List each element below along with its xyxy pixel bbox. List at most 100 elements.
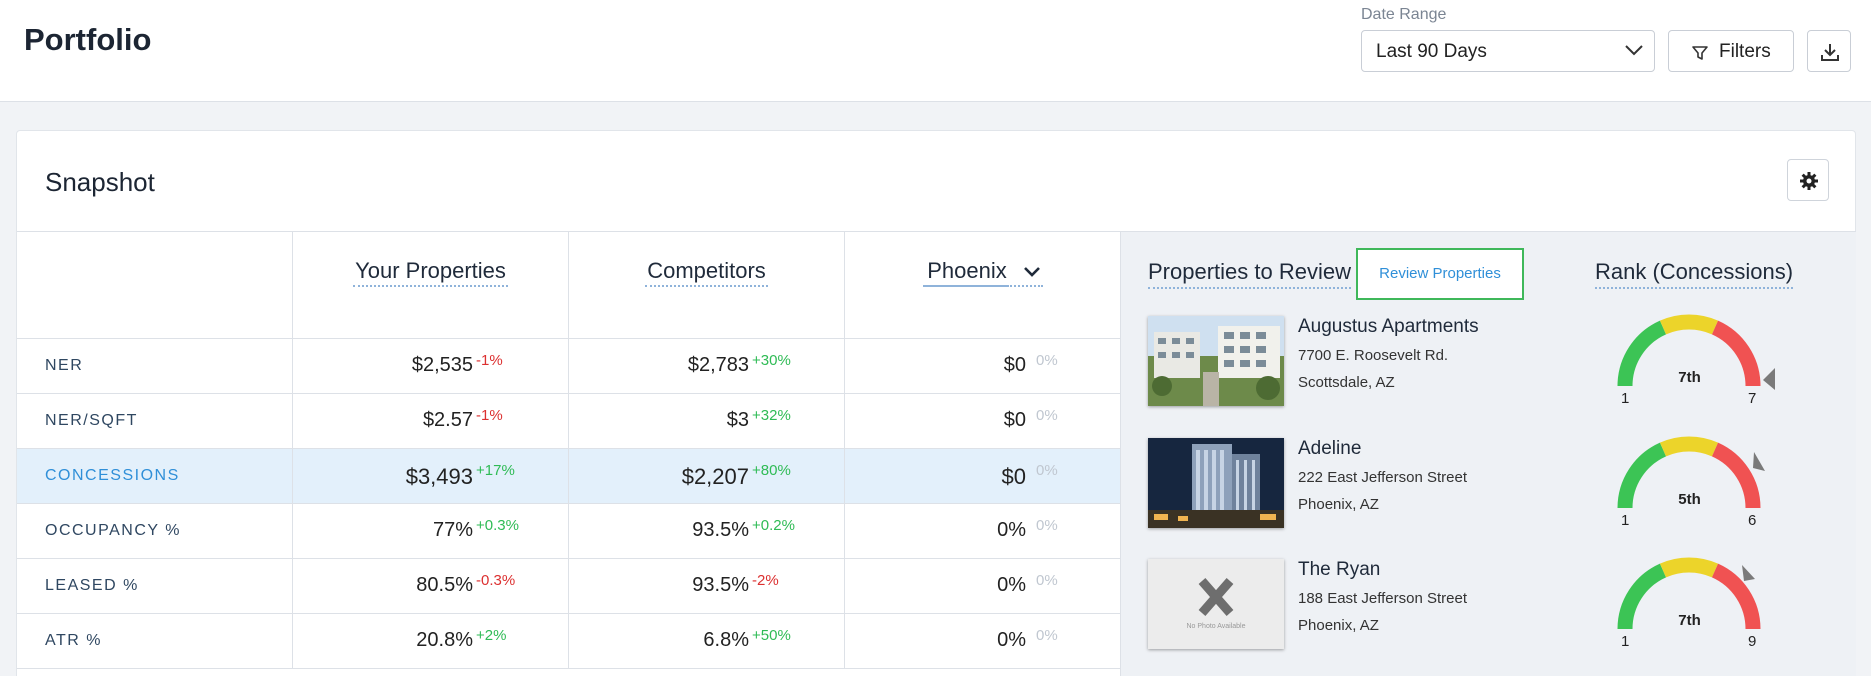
snapshot-title: Snapshot — [45, 167, 155, 197]
filters-button[interactable]: Filters — [1668, 30, 1794, 72]
cell-value: $2,535 — [411, 354, 473, 376]
properties-to-review-title: Properties to Review — [1148, 259, 1351, 289]
chevron-down-icon — [1625, 45, 1643, 56]
change-percent: 0% — [1036, 572, 1058, 589]
row-label: NER/SQFT — [45, 412, 138, 429]
property-name: Adeline — [1298, 438, 1362, 459]
row-label: ATR % — [45, 632, 102, 649]
cell-value: 0% — [997, 519, 1026, 541]
table-cell: $0 0% — [844, 394, 1121, 449]
property-city: Phoenix, AZ — [1298, 617, 1379, 634]
property-address: 7700 E. Roosevelt Rd. — [1298, 347, 1449, 364]
cell-value: 77% — [432, 519, 473, 541]
row-label: CONCESSIONS — [45, 467, 180, 484]
header-empty — [17, 232, 292, 340]
change-percent: -2% — [752, 572, 779, 589]
table-row[interactable]: NER $2,535 -1% $2,783 +30% $0 0% — [17, 339, 1121, 394]
header-your-properties: Your Properties — [292, 232, 568, 340]
row-label: OCCUPANCY % — [45, 522, 181, 539]
row-label: LEASED % — [45, 577, 139, 594]
property-city: Scottsdale, AZ — [1298, 374, 1395, 391]
top-bar: Portfolio Date Range Last 90 Days Filter… — [0, 0, 1871, 102]
no-photo-text: No Photo Available — [1186, 623, 1246, 630]
table-cell: $3 +32% — [568, 394, 844, 449]
change-percent: 0% — [1036, 517, 1058, 534]
cell-value: 0% — [997, 574, 1026, 596]
rank-min: 1 — [1621, 633, 1630, 650]
change-percent: 0% — [1036, 462, 1058, 479]
download-button[interactable] — [1807, 30, 1851, 72]
header-market-select[interactable]: Phoenix — [844, 232, 1121, 340]
cell-value: $2.57 — [422, 409, 473, 431]
table-cell: $0 0% — [844, 339, 1121, 394]
rank-gauge: 7th 1 7 — [1617, 314, 1787, 414]
property-city: Phoenix, AZ — [1298, 496, 1379, 513]
cell-value: 93.5% — [692, 519, 749, 541]
col-label-your-properties: Your Properties — [353, 258, 508, 287]
property-photo: No Photo Available — [1148, 559, 1284, 649]
snapshot-table: Your Properties Competitors Phoenix NER $… — [17, 231, 1121, 669]
change-percent: +32% — [752, 407, 791, 424]
property-photo — [1148, 316, 1284, 406]
table-cell: 80.5% -0.3% — [292, 559, 568, 614]
cell-value: 20.8% — [416, 629, 473, 651]
change-percent: -0.3% — [476, 572, 516, 589]
rank-value: 7th — [1678, 369, 1701, 386]
table-cell: $2,783 +30% — [568, 339, 844, 394]
row-label: NER — [45, 357, 84, 374]
snapshot-card: Snapshot Your Properties Competitors Pho… — [16, 130, 1856, 676]
review-properties-button[interactable]: Review Properties — [1356, 248, 1524, 300]
rank-gauge: 5th 1 6 — [1617, 436, 1787, 536]
market-select[interactable]: Phoenix — [923, 258, 1043, 287]
property-address: 222 East Jefferson Street — [1298, 469, 1467, 486]
table-cell: $2.57 -1% — [292, 394, 568, 449]
table-cell: 0% 0% — [844, 614, 1121, 669]
gear-icon — [1800, 172, 1818, 190]
cell-value: $2,783 — [687, 354, 749, 376]
table-header: Your Properties Competitors Phoenix — [17, 231, 1121, 340]
table-cell: $3,493 +17% — [292, 449, 568, 504]
rank-min: 1 — [1621, 512, 1630, 529]
header-competitors: Competitors — [568, 232, 844, 340]
change-percent: -1% — [476, 407, 503, 424]
cell-value: 6.8% — [703, 629, 749, 651]
rank-gauge: 7th 1 9 — [1617, 557, 1787, 657]
page-title: Portfolio — [24, 22, 152, 57]
download-icon — [1821, 44, 1839, 61]
change-percent: +17% — [476, 462, 515, 479]
date-range-label: Date Range — [1361, 6, 1447, 23]
cell-value: $2,207 — [681, 464, 749, 489]
cell-value: 93.5% — [692, 574, 749, 596]
cell-value: $0 — [1003, 409, 1026, 431]
property-name: The Ryan — [1298, 559, 1381, 580]
date-range-select[interactable]: Last 90 Days — [1361, 30, 1655, 72]
rank-value: 5th — [1678, 491, 1701, 508]
property-item[interactable]: Augustus Apartments 7700 E. Roosevelt Rd… — [1148, 316, 1588, 408]
table-row[interactable]: CONCESSIONS $3,493 +17% $2,207 +80% $0 0% — [17, 449, 1121, 504]
date-range-value: Last 90 Days — [1376, 41, 1487, 62]
table-cell: $2,207 +80% — [568, 449, 844, 504]
change-percent: -1% — [476, 352, 503, 369]
chevron-down-icon — [1023, 267, 1040, 278]
cell-value: $3,493 — [405, 464, 473, 489]
table-row[interactable]: ATR % 20.8% +2% 6.8% +50% 0% 0% — [17, 614, 1121, 669]
table-cell: 93.5% -2% — [568, 559, 844, 614]
change-percent: +50% — [752, 627, 791, 644]
change-percent: +0.2% — [752, 517, 795, 534]
table-cell: 20.8% +2% — [292, 614, 568, 669]
rank-max: 7 — [1748, 390, 1757, 407]
cell-value: $3 — [726, 409, 749, 431]
table-row[interactable]: LEASED % 80.5% -0.3% 93.5% -2% 0% 0% — [17, 559, 1121, 614]
table-row[interactable]: NER/SQFT $2.57 -1% $3 +32% $0 0% — [17, 394, 1121, 449]
col-label-competitors: Competitors — [645, 258, 768, 287]
change-percent: +30% — [752, 352, 791, 369]
table-cell: 0% 0% — [844, 559, 1121, 614]
property-item[interactable]: Adeline 222 East Jefferson Street Phoeni… — [1148, 438, 1588, 530]
table-cell: $2,535 -1% — [292, 339, 568, 394]
property-address: 188 East Jefferson Street — [1298, 590, 1467, 607]
rank-max: 9 — [1748, 633, 1757, 650]
settings-button[interactable] — [1787, 159, 1829, 201]
property-name: Augustus Apartments — [1298, 316, 1479, 337]
table-row[interactable]: OCCUPANCY % 77% +0.3% 93.5% +0.2% 0% 0% — [17, 504, 1121, 559]
property-item[interactable]: No Photo Available The Ryan 188 East Jef… — [1148, 559, 1588, 651]
